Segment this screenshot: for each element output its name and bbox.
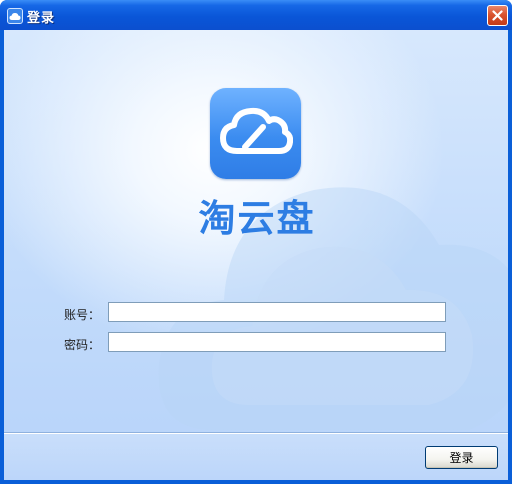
- close-button[interactable]: [487, 5, 508, 26]
- account-label: 账号：: [64, 308, 101, 322]
- password-label: 密码：: [64, 338, 101, 352]
- login-window: 登录 淘云盘 账号： 密码： 登录: [0, 0, 512, 484]
- client-area: 淘云盘 账号： 密码： 登录: [4, 30, 508, 480]
- title-bar[interactable]: 登录: [0, 0, 512, 30]
- cloud-icon: [7, 8, 23, 24]
- background-cloud-watermark: [158, 187, 508, 430]
- app-logo: [210, 88, 301, 179]
- footer-bar: 登录: [4, 434, 508, 480]
- app-name: 淘云盘: [198, 197, 316, 240]
- password-input[interactable]: [108, 332, 446, 352]
- close-icon: [492, 6, 503, 25]
- login-button[interactable]: 登录: [425, 446, 498, 469]
- account-input[interactable]: [108, 302, 446, 322]
- cloud-icon: [219, 107, 293, 161]
- window-title: 登录: [27, 11, 56, 26]
